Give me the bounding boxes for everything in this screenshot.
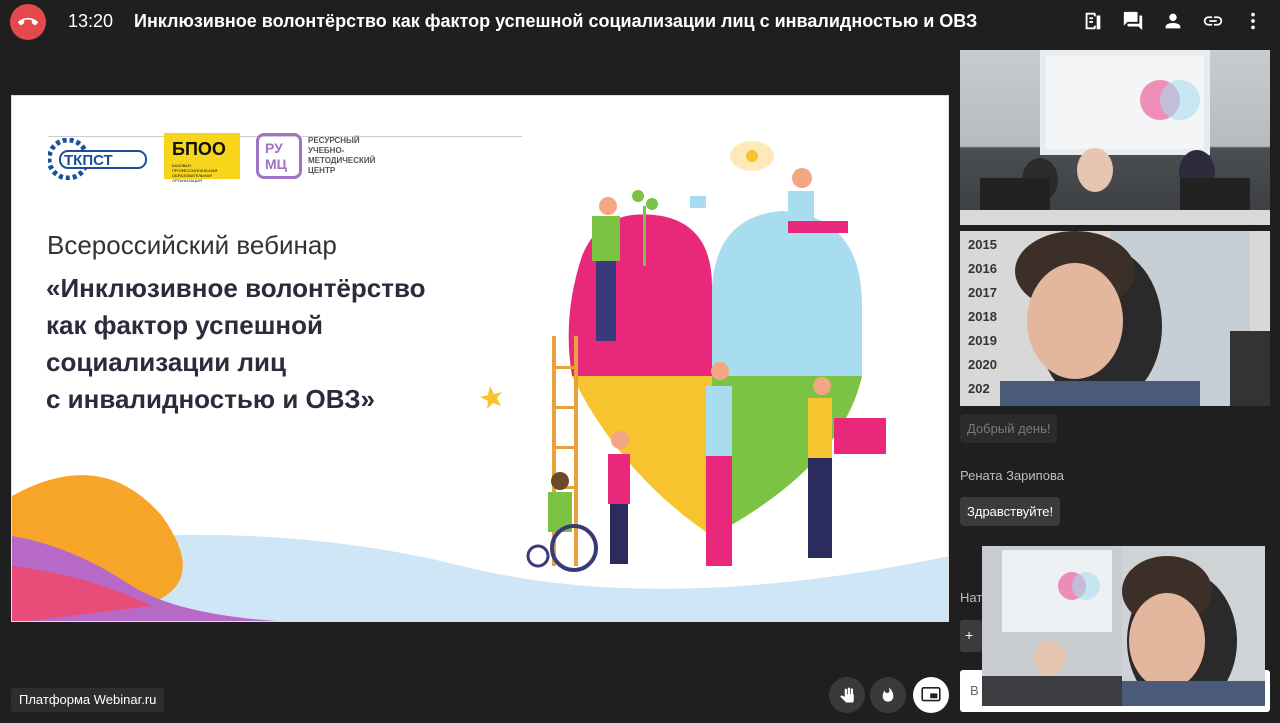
rumc-caption: РЕСУРСНЫЙ УЧЕБНО-МЕТОДИЧЕСКИЙ ЦЕНТР: [308, 136, 376, 175]
webinar-title: Инклюзивное волонтёрство как фактор успе…: [134, 11, 978, 31]
chat-author-name: Рената Зарипова: [960, 468, 1064, 483]
slide-main-title: «Инклюзивное волонтёрство как фактор усп…: [46, 270, 516, 418]
video-feed-pip[interactable]: [982, 546, 1265, 706]
slide-title-line: как фактор успешной: [46, 310, 323, 340]
slide-title-line: с инвалидностью и ОВЗ»: [46, 384, 375, 414]
chat-add-button[interactable]: +: [960, 620, 982, 652]
chat-author-name-partial: Нат: [960, 590, 983, 605]
phone-hangup-icon: [18, 17, 38, 26]
svg-text:2017: 2017: [968, 285, 997, 300]
notes-icon[interactable]: [1080, 8, 1106, 34]
svg-text:2018: 2018: [968, 309, 997, 324]
rumc-logo-text: РУ МЦ: [265, 140, 287, 172]
slide-title-line: «Инклюзивное волонтёрство: [46, 273, 426, 303]
svg-text:ТКПСТ: ТКПСТ: [64, 152, 113, 169]
chat-input-placeholder: В: [970, 683, 979, 698]
slide-subtitle: Всероссийский вебинар: [47, 230, 337, 260]
tkpst-logo: ТКПСТ: [46, 137, 148, 181]
slide-title-line: социализации лиц: [46, 347, 286, 377]
chat-icon[interactable]: [1120, 8, 1146, 34]
rumc-logo: РУ МЦ: [256, 133, 302, 179]
video-feed-conference-room[interactable]: [960, 50, 1270, 225]
pip-toggle-button[interactable]: [913, 677, 949, 713]
svg-text:2016: 2016: [968, 261, 997, 276]
svg-text:2019: 2019: [968, 333, 997, 348]
top-bar: 13:20 Инклюзивное волонтёрство как факто…: [0, 0, 1280, 44]
fire-icon: [882, 687, 894, 702]
svg-text:2015: 2015: [968, 237, 997, 252]
presentation-slide: ТКПСТ БПОО БАЗОВАЯ ПРОФЕССИОНАЛЬНАЯ ОБРА…: [11, 95, 949, 622]
reactions-button[interactable]: [870, 677, 906, 713]
svg-text:202: 202: [968, 381, 990, 396]
clock: 13:20: [68, 11, 114, 31]
link-icon[interactable]: [1200, 8, 1226, 34]
chat-message: Добрый день!: [960, 414, 1058, 443]
bpoo-logo-text: БПОО: [172, 139, 226, 159]
hang-up-button[interactable]: [10, 4, 46, 40]
video-feed-speaker[interactable]: 2015 2016 2017 2018 2019 2020 202: [960, 231, 1270, 406]
bpoo-logo: БПОО БАЗОВАЯ ПРОФЕССИОНАЛЬНАЯ ОБРАЗОВАТЕ…: [164, 133, 240, 183]
picture-in-picture-icon: [921, 687, 941, 702]
more-icon[interactable]: [1240, 8, 1266, 34]
raise-hand-button[interactable]: [829, 677, 865, 713]
inclusive-volunteers-illustration: [480, 141, 886, 572]
participants-icon[interactable]: [1160, 8, 1186, 34]
platform-label: Платформа Webinar.ru: [11, 688, 165, 712]
bpoo-logo-subtext: БАЗОВАЯ ПРОФЕССИОНАЛЬНАЯ ОБРАЗОВАТЕЛЬНАЯ…: [172, 163, 218, 183]
chat-message: Здравствуйте!: [960, 497, 1061, 526]
svg-text:2020: 2020: [968, 357, 997, 372]
hand-icon: [840, 687, 854, 703]
